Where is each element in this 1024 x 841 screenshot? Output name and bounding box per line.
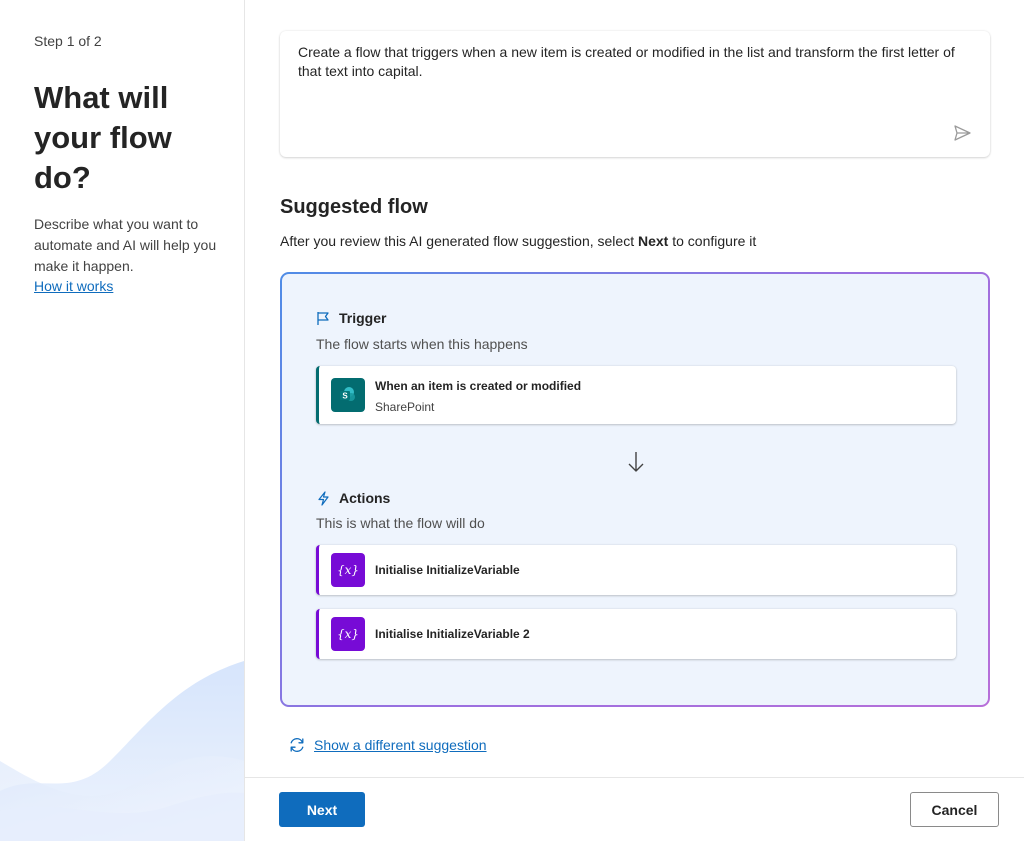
actions-subtitle: This is what the flow will do <box>316 515 485 531</box>
how-it-works-link[interactable]: How it works <box>34 278 113 294</box>
refresh-icon <box>290 738 304 752</box>
flag-icon <box>317 311 329 325</box>
action-card[interactable]: {x} Initialise InitializeVariable 2 <box>316 609 956 659</box>
arrow-down-icon <box>628 452 644 472</box>
step-indicator: Step 1 of 2 <box>34 33 102 49</box>
svg-text:S: S <box>342 392 348 401</box>
next-button[interactable]: Next <box>279 792 365 827</box>
variable-icon: {x} <box>331 553 365 587</box>
send-icon[interactable] <box>952 123 972 143</box>
show-different-suggestion-link[interactable]: Show a different suggestion <box>288 736 487 754</box>
prompt-box[interactable]: Create a flow that triggers when a new i… <box>280 31 990 157</box>
actions-heading: Actions <box>316 490 390 506</box>
trigger-card-title: When an item is created or modified <box>375 379 582 393</box>
left-panel: Step 1 of 2 What will your flow do? Desc… <box>0 0 245 841</box>
show-different-suggestion-label[interactable]: Show a different suggestion <box>314 737 487 753</box>
action-card-title: Initialise InitializeVariable 2 <box>375 627 530 641</box>
trigger-heading: Trigger <box>316 310 386 326</box>
action-card[interactable]: {x} Initialise InitializeVariable <box>316 545 956 595</box>
prompt-text[interactable]: Create a flow that triggers when a new i… <box>298 43 968 81</box>
sharepoint-icon: S <box>331 378 365 412</box>
trigger-card[interactable]: S When an item is created or modified Sh… <box>316 366 956 424</box>
suggested-flow-title: Suggested flow <box>280 196 428 218</box>
variable-icon: {x} <box>331 617 365 651</box>
page-description: Describe what you want to automate and A… <box>34 216 217 274</box>
cancel-button[interactable]: Cancel <box>910 792 999 827</box>
page-title: What will your flow do? <box>34 80 172 195</box>
suggested-flow-subtitle: After you review this AI generated flow … <box>280 233 757 249</box>
flow-preview: Trigger The flow starts when this happen… <box>280 272 990 707</box>
lightning-icon <box>318 490 329 506</box>
decorative-wave <box>0 661 244 841</box>
trigger-subtitle: The flow starts when this happens <box>316 336 528 352</box>
action-card-title: Initialise InitializeVariable <box>375 563 520 577</box>
footer-divider <box>245 777 1024 778</box>
trigger-card-subtitle: SharePoint <box>375 400 435 414</box>
